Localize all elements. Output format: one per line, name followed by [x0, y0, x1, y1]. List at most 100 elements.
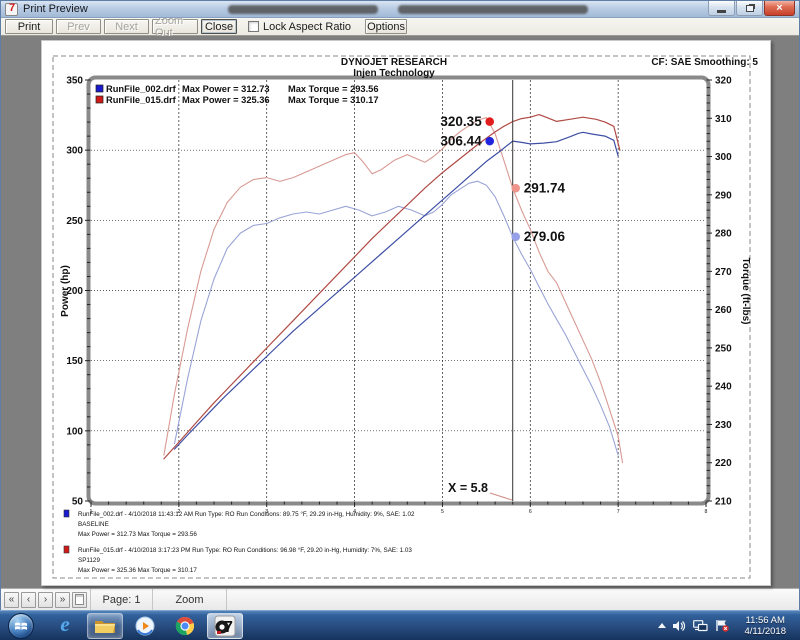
action-center-flag-icon[interactable] — [715, 619, 729, 632]
power-tick-label: 300 — [66, 146, 83, 157]
internet-explorer-icon: e — [60, 612, 69, 637]
rpm-tick-label: 7 — [617, 509, 620, 515]
annotation-swatch-1 — [64, 546, 69, 553]
lock-aspect-ratio-checkbox[interactable] — [248, 21, 259, 32]
titlebar-redacted-text — [228, 5, 378, 14]
torque-tick-label: 230 — [715, 420, 732, 431]
titlebar-redacted-text — [398, 5, 588, 14]
taskbar-item-winpep[interactable]: 7 — [207, 613, 243, 639]
taskbar-item-windows-explorer[interactable] — [87, 613, 123, 639]
page-indicator: Page: 1 — [91, 589, 153, 610]
taskbar-clock[interactable]: 11:56 AM 4/11/2018 — [736, 615, 794, 637]
legend: RunFile_002.drf Max Power = 312.73 Max T… — [96, 84, 379, 105]
document-icon — [75, 594, 84, 605]
marker-value-label: 279.06 — [524, 229, 566, 244]
annotation-0-line3: Max Power = 312.73 Max Torque = 293.56 — [78, 531, 197, 538]
svg-text:RunFile_015.drf Ma: RunFile_015.drf Max Power = 325.36 Max T… — [106, 95, 379, 105]
power-tick-label: 100 — [66, 426, 83, 437]
power-tick-label: 50 — [72, 497, 84, 508]
marker-dot — [485, 117, 494, 126]
winpep-icon: 7 — [214, 615, 236, 637]
start-button[interactable] — [3, 613, 39, 639]
network-icon[interactable] — [693, 620, 708, 632]
toolbar: Print Prev Next Zoom Out Close Lock Aspe… — [1, 18, 799, 36]
torque-tick-label: 310 — [715, 114, 732, 125]
print-preview-window: 7 Print Preview × Print Prev Next Zoom O… — [0, 0, 800, 610]
statusbar: « ‹ › » Page: 1 Zoom — [1, 588, 799, 610]
torque-tick-label: 280 — [715, 229, 732, 240]
dyno-chart: 5010015020025030035021022023024025026027… — [42, 41, 772, 587]
svg-text:RunFile_002.drf Ma: RunFile_002.drf Max Power = 312.73 Max T… — [106, 84, 379, 94]
page-margin-border — [53, 56, 750, 578]
print-button[interactable]: Print — [5, 19, 53, 34]
restore-button[interactable] — [736, 1, 763, 16]
rpm-tick-label: 6 — [529, 509, 532, 515]
correction-smoothing-note: CF: SAE Smoothing: 5 — [651, 57, 758, 68]
marker-dot — [485, 137, 494, 146]
torque-tick-label: 220 — [715, 458, 732, 469]
legend-power-1: Max Power = 325.36 — [182, 95, 270, 105]
marker-dot — [511, 232, 520, 241]
options-button[interactable]: Options — [365, 19, 407, 34]
legend-swatch-runfile-015 — [96, 96, 103, 103]
rpm-tick-label: 8 — [705, 509, 708, 515]
marker-value-label: 291.74 — [524, 181, 566, 196]
close-button[interactable]: Close — [201, 19, 237, 34]
marker-value-label: 306.44 — [440, 134, 482, 149]
preview-area: 5010015020025030035021022023024025026027… — [1, 36, 799, 588]
right-axis-title: Torque (ft-lbs) — [740, 257, 751, 324]
close-window-button[interactable]: × — [764, 1, 795, 16]
legend-torque-1: Max Torque = 310.17 — [288, 95, 379, 105]
prev-page-button[interactable]: ‹ — [21, 592, 36, 608]
media-player-icon — [135, 616, 155, 636]
torque-tick-label: 250 — [715, 343, 732, 354]
taskbar-item-internet-explorer[interactable]: e — [47, 613, 83, 639]
annotation-swatch-0 — [64, 510, 69, 517]
cursor-x-label: X = 5.8 — [448, 481, 488, 495]
last-page-button[interactable]: » — [55, 592, 70, 608]
next-button[interactable]: Next — [104, 19, 149, 34]
folder-icon — [94, 617, 116, 635]
torque-tick-label: 320 — [715, 76, 732, 87]
lock-aspect-ratio-label: Lock Aspect Ratio — [263, 21, 351, 33]
zoom-indicator: Zoom — [153, 589, 227, 610]
minimize-icon — [717, 10, 726, 13]
prev-button[interactable]: Prev — [56, 19, 101, 34]
power-tick-label: 350 — [66, 76, 83, 87]
taskbar-item-chrome[interactable] — [167, 613, 203, 639]
volume-icon[interactable] — [673, 620, 686, 632]
titlebar[interactable]: 7 Print Preview × — [1, 1, 799, 18]
legend-file-1: RunFile_015.drf — [106, 95, 177, 105]
annotation-1-line1: RunFile_015.drf - 4/10/2018 3:17:23 PM R… — [78, 546, 412, 554]
torque-tick-label: 240 — [715, 382, 732, 393]
annotation-0-line1: RunFile_002.drf - 4/10/2018 11:43:12 AM … — [78, 510, 415, 518]
run-annotation-sp1129: RunFile_015.drf - 4/10/2018 3:17:23 PM R… — [64, 546, 412, 574]
svg-text:7: 7 — [224, 619, 233, 636]
first-page-button[interactable]: « — [4, 592, 19, 608]
cursor-label-pointer — [490, 493, 512, 500]
minimize-button[interactable] — [708, 1, 735, 16]
zoom-out-button[interactable]: Zoom Out — [152, 19, 198, 34]
series-runfile_002-torque — [175, 181, 619, 455]
page: 5010015020025030035021022023024025026027… — [41, 40, 771, 586]
chrome-icon — [175, 616, 195, 636]
taskbar: e 7 — [0, 610, 800, 640]
chart-subtitle: Injen Technology — [353, 68, 435, 79]
close-icon: × — [776, 2, 782, 14]
marker-value-label: 320.35 — [440, 114, 482, 129]
series-runfile_015-power — [164, 115, 620, 459]
clock-time: 11:56 AM — [744, 615, 786, 626]
legend-power-0: Max Power = 312.73 — [182, 84, 270, 94]
show-hidden-icons-button[interactable] — [658, 623, 666, 628]
rpm-tick-label: 5 — [441, 509, 444, 515]
annotation-1-line2: SP1129 — [78, 557, 100, 564]
marker-dot — [511, 184, 520, 193]
app-icon: 7 — [5, 3, 18, 16]
window-title: Print Preview — [23, 3, 88, 15]
taskbar-item-media-player[interactable] — [127, 613, 163, 639]
page-setup-button[interactable] — [72, 592, 87, 608]
next-page-button[interactable]: › — [38, 592, 53, 608]
torque-tick-label: 210 — [715, 497, 732, 508]
restore-icon — [746, 5, 754, 12]
power-tick-label: 150 — [66, 356, 83, 367]
